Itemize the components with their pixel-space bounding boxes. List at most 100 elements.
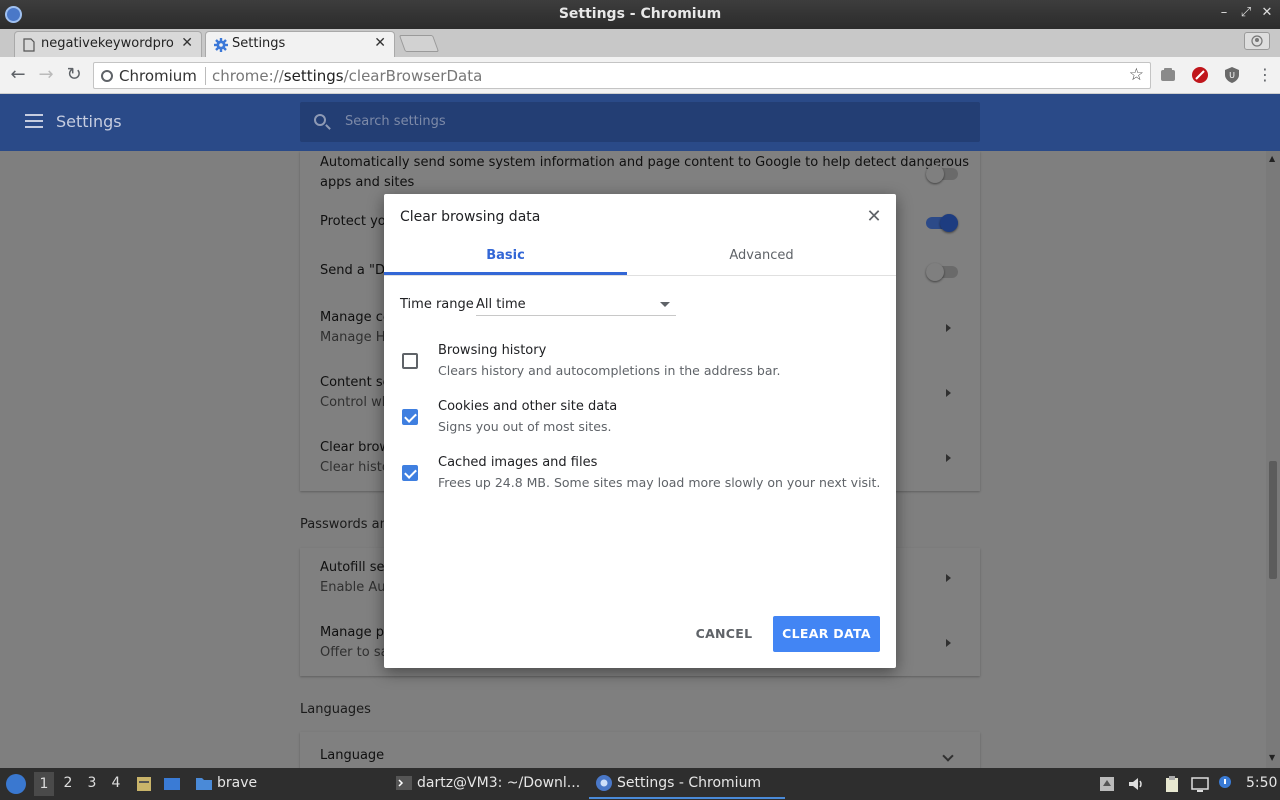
omnibox-separator xyxy=(205,67,206,85)
option-cookies[interactable]: Cookies and other site data Signs you ou… xyxy=(400,399,880,439)
task-label: dartz@VM3: ~/Downl... xyxy=(417,775,581,791)
taskbar-task-chromium[interactable]: Settings - Chromium xyxy=(595,774,761,792)
tab-title: negativekeywordpro xyxy=(41,36,174,51)
settings-header: Settings Search settings xyxy=(0,94,1280,151)
close-window-button[interactable]: ✕ xyxy=(1259,5,1275,20)
section-title-passwords: Passwords and xyxy=(300,517,397,532)
setting-row-sub: Control wh xyxy=(320,395,390,410)
workspace-4[interactable]: 4 xyxy=(106,775,126,791)
chevron-right-icon[interactable] xyxy=(946,639,951,647)
dialog-close-icon[interactable]: ✕ xyxy=(866,206,882,227)
scrollbar-thumb[interactable] xyxy=(1269,461,1277,579)
option-browsing-history[interactable]: Browsing history Clears history and auto… xyxy=(400,343,880,383)
page-scrollbar[interactable]: ▲ ▼ xyxy=(1266,151,1280,768)
search-placeholder: Search settings xyxy=(345,114,446,129)
tab-close-icon[interactable]: ✕ xyxy=(374,35,386,51)
task-label: brave xyxy=(217,775,258,791)
chevron-right-icon[interactable] xyxy=(946,389,951,397)
toggle-do-not-track[interactable] xyxy=(926,263,958,281)
section-title-languages: Languages xyxy=(300,702,371,717)
chevron-right-icon[interactable] xyxy=(946,574,951,582)
extension-red-icon[interactable] xyxy=(1191,66,1209,84)
person-icon xyxy=(1251,35,1263,47)
setting-row-language[interactable]: Language xyxy=(320,748,384,763)
setting-row-manage-passwords[interactable]: Manage pa xyxy=(320,625,392,640)
checkbox-cookies[interactable] xyxy=(402,409,418,425)
setting-row-text: Automatically send some system informati… xyxy=(320,155,970,170)
bookmark-star-icon[interactable]: ☆ xyxy=(1129,65,1144,85)
option-description: Signs you out of most sites. xyxy=(438,419,612,434)
tab-strip: negativekeywordpro ✕ Settings ✕ xyxy=(0,29,1280,57)
workspace-3[interactable]: 3 xyxy=(82,775,102,791)
folder-icon xyxy=(196,778,212,790)
tab-close-icon[interactable]: ✕ xyxy=(181,35,193,51)
taskbar-task-terminal[interactable]: dartz@VM3: ~/Downl... xyxy=(395,774,580,792)
desktop-launcher-icon[interactable] xyxy=(163,775,181,793)
task-label: Settings - Chromium xyxy=(617,775,762,791)
checkbox-browsing-history[interactable] xyxy=(402,353,418,369)
taskbar-task-brave-folder[interactable]: brave xyxy=(195,774,257,792)
menu-kebab-icon[interactable]: ⋮ xyxy=(1253,63,1277,87)
hamburger-menu-icon[interactable] xyxy=(25,114,43,128)
option-cached-images[interactable]: Cached images and files Frees up 24.8 MB… xyxy=(400,455,880,495)
tab-basic[interactable]: Basic xyxy=(384,248,627,263)
option-label: Cookies and other site data xyxy=(438,399,618,414)
forward-button[interactable]: → xyxy=(34,63,58,87)
system-taskbar: 1 2 3 4 brave dartz@VM3: ~/Downl... Sett… xyxy=(0,768,1280,800)
toggle-send-info[interactable] xyxy=(926,165,958,183)
dialog-title: Clear browsing data xyxy=(400,209,541,225)
clock: 5:50 xyxy=(1246,775,1278,791)
chevron-right-icon[interactable] xyxy=(946,324,951,332)
svg-text:U: U xyxy=(1229,71,1235,80)
chevron-down-icon[interactable] xyxy=(942,750,954,762)
setting-row-sub: Manage HT xyxy=(320,330,394,345)
dialog-tabs: Basic Advanced xyxy=(384,242,896,276)
gear-icon xyxy=(214,38,228,52)
file-manager-launcher-icon[interactable] xyxy=(135,775,153,793)
checkbox-cached-images[interactable] xyxy=(402,465,418,481)
tab-negativekeyword[interactable]: negativekeywordpro ✕ xyxy=(14,31,202,57)
url-text[interactable]: chrome://settings/clearBrowserData xyxy=(212,67,482,85)
new-tab-button[interactable] xyxy=(398,35,440,52)
scroll-up-arrow-icon[interactable]: ▲ xyxy=(1269,154,1275,163)
time-range-select[interactable]: All time xyxy=(476,292,676,316)
option-description: Clears history and autocompletions in th… xyxy=(438,363,781,378)
dropdown-caret-icon xyxy=(660,302,670,307)
info-notification-icon[interactable] xyxy=(1217,775,1235,793)
minimize-button[interactable]: – xyxy=(1216,5,1232,20)
active-task-indicator xyxy=(589,797,785,799)
reload-button[interactable]: ↻ xyxy=(62,63,86,87)
clear-data-button[interactable]: CLEAR DATA xyxy=(773,616,880,652)
setting-row-do-not-track[interactable]: Send a "Do xyxy=(320,263,393,278)
window-title: Settings - Chromium xyxy=(558,6,722,22)
languages-card: Language xyxy=(300,732,980,768)
maximize-button[interactable]: ⤢ xyxy=(1238,5,1254,20)
setting-row-protect[interactable]: Protect you xyxy=(320,214,394,229)
setting-row-content[interactable]: Content se xyxy=(320,375,391,390)
scroll-down-arrow-icon[interactable]: ▼ xyxy=(1269,753,1275,762)
tray-update-icon[interactable] xyxy=(1098,775,1116,793)
start-menu-icon[interactable] xyxy=(6,774,26,794)
cancel-button[interactable]: CANCEL xyxy=(687,616,761,652)
tab-advanced[interactable]: Advanced xyxy=(640,248,883,263)
back-button[interactable]: ← xyxy=(6,63,30,87)
address-bar[interactable]: Chromium chrome://settings/clearBrowserD… xyxy=(93,62,1151,89)
volume-icon[interactable] xyxy=(1127,775,1145,793)
workspace-2[interactable]: 2 xyxy=(58,775,78,791)
browser-toolbar: ← → ↻ Chromium chrome://settings/clearBr… xyxy=(0,57,1280,94)
option-description: Frees up 24.8 MB. Some sites may load mo… xyxy=(438,475,881,490)
chrome-page-icon xyxy=(101,70,113,82)
extension-icon[interactable] xyxy=(1159,66,1177,84)
chevron-right-icon[interactable] xyxy=(946,454,951,462)
profile-button[interactable] xyxy=(1244,32,1270,50)
time-range-label: Time range xyxy=(400,297,474,312)
clipboard-icon[interactable] xyxy=(1163,775,1181,793)
workspace-1[interactable]: 1 xyxy=(34,772,54,796)
tab-settings[interactable]: Settings ✕ xyxy=(205,31,395,57)
display-icon[interactable] xyxy=(1191,775,1209,793)
search-settings-input[interactable]: Search settings xyxy=(300,102,980,142)
setting-row-certificates[interactable]: Manage ce xyxy=(320,310,391,325)
shield-icon[interactable]: U xyxy=(1223,66,1241,84)
clear-browsing-data-dialog: Clear browsing data ✕ Basic Advanced Tim… xyxy=(384,194,896,668)
toggle-protect[interactable] xyxy=(926,214,958,232)
